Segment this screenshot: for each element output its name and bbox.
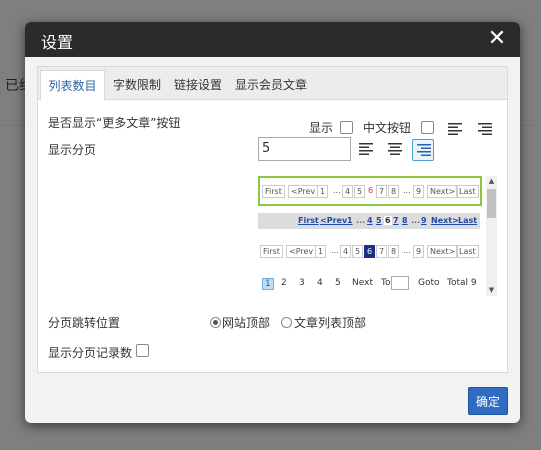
pager-ellipsis: ... [403,246,411,255]
pager-goto-button: Goto [418,278,440,288]
pager-page: 8 [388,245,400,258]
pagination-style-2[interactable]: First <Prev 1 ... 4 5 6 7 8 ... 9 Next> … [258,213,480,229]
tab-link-settings[interactable]: 链接设置 [168,70,228,100]
pager-page: 7 [393,216,399,225]
pager-current: 6 [364,245,376,258]
pager-ellipsis: ... [331,246,339,255]
pager-page: 1 [347,216,353,225]
pager-page: 1 [317,185,329,198]
tab-member-articles[interactable]: 显示会员文章 [229,70,313,100]
pager-last: Last [456,245,479,258]
pager-first: First [262,185,285,198]
radio-site-top[interactable] [210,317,221,328]
tab-list-count[interactable]: 列表数目 [40,70,105,101]
jump-position-label: 分页跳转位置 [48,316,121,330]
pager-page: 7 [376,185,388,198]
pager-page: 3 [299,278,305,288]
pager-page: 5 [335,278,341,288]
pagination-align-center-icon[interactable] [385,139,405,159]
tab-bar: 列表数目 字数限制 链接设置 显示会员文章 [38,67,507,101]
pager-next: Next> [431,216,459,225]
pager-ellipsis: ... [403,186,411,195]
chinese-button-checkbox[interactable] [421,121,434,134]
scroll-thumb[interactable] [487,189,496,218]
dialog-title: 设置 [41,33,74,52]
pager-next: Next> [427,245,459,258]
pager-page: 4 [342,185,354,198]
pagination-align-right-icon[interactable] [412,139,434,161]
pager-page: 4 [317,278,323,288]
pager-page: 9 [413,185,425,198]
scroll-up-icon[interactable]: ▲ [486,176,497,187]
ok-button[interactable]: 确定 [468,387,508,415]
tab-word-limit[interactable]: 字数限制 [108,70,166,100]
align-right-icon[interactable] [474,119,494,139]
chinese-button-label: 中文按钮 [363,121,412,135]
styles-scrollbar[interactable]: ▲ ▼ [486,176,497,296]
pager-page: 1 [315,245,327,258]
pager-page: 4 [367,216,373,225]
pagination-label: 显示分页 [48,143,97,157]
pager-current: 6 [368,186,374,195]
align-left-icon[interactable] [446,119,466,139]
pager-ellipsis: ... [356,216,366,225]
settings-dialog: 设置 ✕ 列表数目 字数限制 链接设置 显示会员文章 是否显示“更多文章”按钮 … [25,22,520,423]
pager-total: Total 9 [447,278,477,288]
radio-site-top-label: 网站顶部 [222,316,271,330]
pager-next: Next [352,278,373,288]
pagination-style-4[interactable]: 1 2 3 4 5 Next To Goto Total 9 [258,276,482,293]
pager-last: Last [456,185,479,198]
pager-page: 9 [413,245,425,258]
record-count-checkbox[interactable] [136,344,149,357]
radio-list-top[interactable] [281,317,292,328]
pager-ellipsis: ... [411,216,421,225]
pager-current: 1 [262,278,274,290]
pagination-align-left-icon[interactable] [357,139,377,159]
pager-page: 2 [281,278,287,288]
pager-page: 7 [376,245,388,258]
record-count-label: 显示分页记录数 [48,346,133,360]
pager-prev: <Prev [320,216,348,225]
pager-first: First [260,245,283,258]
pager-page: 8 [402,216,408,225]
pager-goto-input [391,276,409,290]
pager-ellipsis: ... [333,186,341,195]
pager-last: Last [458,216,478,225]
pager-page: 5 [352,245,364,258]
pager-page: 5 [354,185,366,198]
scroll-down-icon[interactable]: ▼ [486,285,497,296]
pager-next: Next> [427,185,459,198]
pagination-styles-list: First <Prev 1 ... 4 5 6 7 8 ... 9 Next> … [258,173,498,297]
pagination-count-input[interactable]: 5 [258,137,351,161]
show-checkbox[interactable] [340,121,353,134]
pager-page: 4 [340,245,352,258]
pager-prev: <Prev [288,185,319,198]
pager-to-label: To [381,278,391,288]
dialog-titlebar: 设置 ✕ [25,22,520,57]
pager-page: 8 [388,185,400,198]
close-icon[interactable]: ✕ [486,27,508,51]
pager-current: 6 [384,216,392,225]
pagination-style-1[interactable]: First <Prev 1 ... 4 5 6 7 8 ... 9 Next> … [258,176,482,206]
show-label: 显示 [309,121,334,135]
show-more-label: 是否显示“更多文章”按钮 [48,116,181,130]
pager-prev: <Prev [286,245,317,258]
pager-page: 9 [421,216,427,225]
pager-page: 5 [376,216,382,225]
radio-list-top-label: 文章列表顶部 [294,316,367,330]
pagination-style-3[interactable]: First <Prev 1 ... 4 5 6 7 8 ... 9 Next> … [258,245,482,261]
settings-panel: 列表数目 字数限制 链接设置 显示会员文章 是否显示“更多文章”按钮 显示 中文… [37,66,508,373]
pager-first: First [298,216,319,225]
